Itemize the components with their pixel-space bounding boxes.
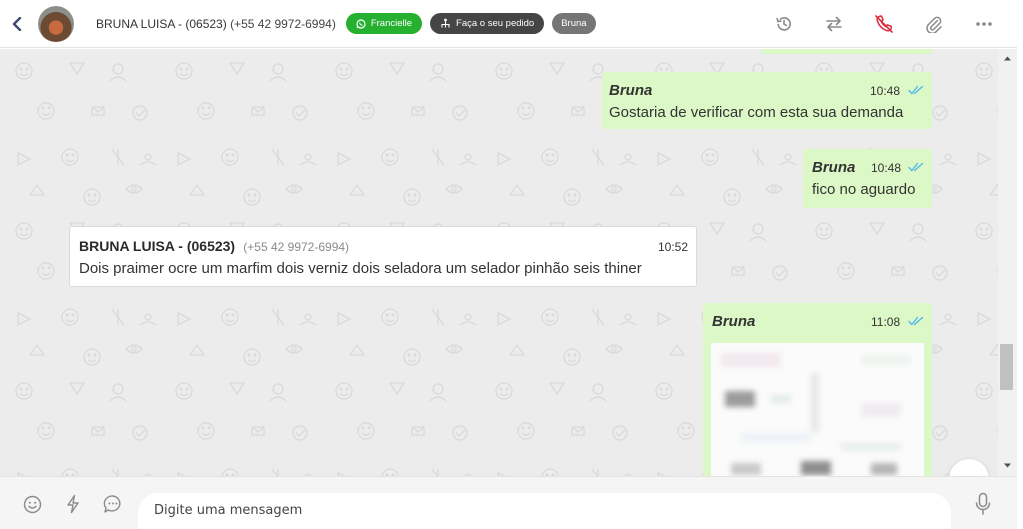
message-time: 11:08	[871, 315, 901, 329]
contact-name: BRUNA LUISA - (06523)	[96, 16, 227, 31]
emoji-button[interactable]	[19, 491, 45, 517]
sender-phone: (+55 42 9972-6994)	[243, 240, 350, 254]
scroll-up-arrow-icon[interactable]	[1002, 53, 1013, 64]
window-edge	[1017, 0, 1023, 529]
emoji-icon	[23, 495, 41, 513]
header-actions	[759, 0, 1009, 48]
back-button[interactable]	[0, 0, 34, 48]
message-sender: Bruna	[609, 82, 653, 99]
more-options-button[interactable]	[959, 0, 1009, 48]
chat-scrollbar[interactable]	[998, 49, 1017, 476]
voice-message-button[interactable]	[970, 491, 996, 517]
quick-reply-icon	[67, 494, 79, 514]
end-call-icon	[875, 15, 893, 33]
message-sender: BRUNA LUISA - (06523) (+55 42 9972-6994)	[79, 238, 349, 255]
transfer-icon	[826, 16, 842, 32]
transfer-button[interactable]	[809, 0, 859, 48]
message-bubble-image[interactable]: Bruna 11:08	[703, 303, 932, 476]
user-tag-label: Bruna	[561, 18, 587, 29]
message-sender: Bruna	[712, 313, 756, 330]
chat-icon	[103, 495, 121, 513]
message-bubble[interactable]: Bruna 10:48 fico no aguardo	[803, 149, 932, 208]
read-receipt-icon	[908, 316, 924, 326]
flow-icon	[441, 18, 450, 28]
chat-options-button[interactable]	[100, 491, 126, 517]
message-time: 10:48	[871, 161, 902, 175]
message-composer	[0, 476, 1017, 529]
message-bubble-partial	[761, 49, 932, 54]
attachment-icon	[926, 16, 942, 33]
attachment-button[interactable]	[909, 0, 959, 48]
chevron-left-icon	[12, 16, 22, 31]
end-call-button[interactable]	[859, 0, 909, 48]
more-icon	[976, 22, 992, 26]
message-sender: Bruna	[812, 159, 856, 176]
message-input[interactable]	[138, 493, 951, 529]
read-receipt-icon	[908, 85, 924, 95]
message-text: Dois praimer ocre um marfim dois verniz …	[79, 260, 642, 277]
scroll-thumb[interactable]	[1000, 344, 1013, 390]
read-receipt-icon	[908, 162, 924, 172]
agent-tag-label: Francielle	[370, 18, 413, 29]
sender-name: BRUNA LUISA - (06523)	[79, 238, 236, 254]
contact-info[interactable]: BRUNA LUISA - (06523) (+55 42 9972-6994)	[96, 17, 336, 31]
message-text: Gostaria de verificar com esta sua deman…	[609, 104, 904, 121]
contact-avatar[interactable]	[38, 5, 74, 42]
message-bubble[interactable]: Bruna 10:48 Gostaria de verificar com es…	[602, 72, 932, 129]
chat-header: BRUNA LUISA - (06523) (+55 42 9972-6994)…	[0, 0, 1017, 48]
message-text: fico no aguardo	[812, 181, 916, 198]
whatsapp-icon	[356, 18, 366, 29]
contact-phone: (+55 42 9972-6994)	[230, 16, 336, 31]
message-time: 10:48	[870, 84, 901, 98]
scroll-down-arrow-icon[interactable]	[1002, 460, 1013, 471]
history-icon	[776, 17, 791, 31]
microphone-icon	[975, 492, 991, 515]
message-list[interactable]: Bruna 10:48 Gostaria de verificar com es…	[0, 49, 998, 476]
flow-tag-label: Faça o seu pedido	[456, 18, 535, 29]
message-time: 10:52	[658, 240, 689, 254]
flow-tag[interactable]: Faça o seu pedido	[430, 13, 545, 34]
message-image-thumbnail[interactable]	[711, 343, 924, 476]
user-tag[interactable]: Bruna	[552, 13, 596, 34]
history-button[interactable]	[759, 0, 809, 48]
message-bubble[interactable]: BRUNA LUISA - (06523) (+55 42 9972-6994)…	[69, 226, 697, 287]
quick-reply-button[interactable]	[60, 491, 86, 517]
agent-tag[interactable]: Francielle	[345, 13, 423, 34]
